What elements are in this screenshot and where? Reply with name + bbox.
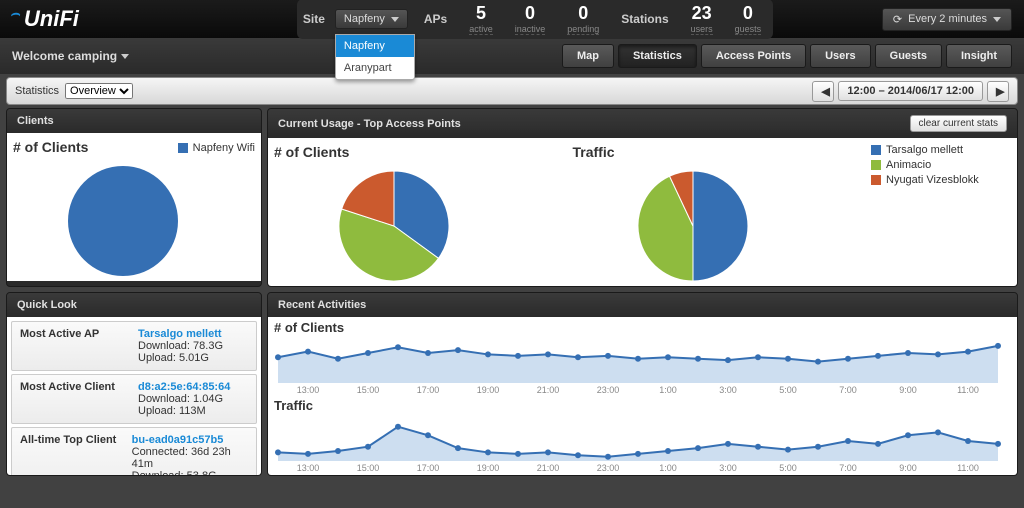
recent-header: Recent Activities xyxy=(268,293,1017,317)
time-prev-button[interactable]: ◀ xyxy=(812,81,834,102)
site-selector[interactable]: Napfeny Napfeny Aranypart xyxy=(335,9,408,29)
legend-swatch-icon xyxy=(871,175,881,185)
wifi-icon: ⌢ xyxy=(10,5,20,22)
recent-clients-chart: 13:00 15:00 17:00 19:00 21:00 23:00 1:00 3:00 5:… xyxy=(268,335,1008,395)
svg-text:5:00: 5:00 xyxy=(779,385,797,395)
filter-label: Statistics xyxy=(15,85,59,97)
ql-client-link[interactable]: d8:a2:5e:64:85:64 xyxy=(138,381,230,393)
recent-traffic-chart: 13:00 15:00 17:00 19:00 21:00 23:00 1:00 3:00 5:… xyxy=(268,413,1008,473)
svg-text:23:00: 23:00 xyxy=(597,463,620,473)
svg-text:7:00: 7:00 xyxy=(839,463,857,473)
svg-text:21:00: 21:00 xyxy=(537,385,560,395)
site-option-napfeny[interactable]: Napfeny xyxy=(336,35,414,57)
recent-panel: Recent Activities # of Clients 13:00 15:0… xyxy=(267,292,1018,476)
recent-traffic-title: Traffic xyxy=(268,395,1017,413)
refresh-interval: Every 2 minutes xyxy=(908,13,987,25)
nav-access-points[interactable]: Access Points xyxy=(701,44,806,68)
nav-insight[interactable]: Insight xyxy=(946,44,1012,68)
svg-text:15:00: 15:00 xyxy=(357,463,380,473)
ql-ap-link[interactable]: Tarsalgo mellett xyxy=(138,328,223,340)
nav-map[interactable]: Map xyxy=(562,44,614,68)
svg-text:13:00: 13:00 xyxy=(297,385,320,395)
svg-text:23:00: 23:00 xyxy=(597,385,620,395)
svg-text:9:00: 9:00 xyxy=(899,463,917,473)
clients-panel: Clients # of Clients Napfeny Wifi xyxy=(6,108,262,287)
quicklook-header: Quick Look xyxy=(7,293,261,317)
topbar: ⌢ UniFi Site Napfeny Napfeny Aranypart A… xyxy=(0,0,1024,38)
nav-statistics[interactable]: Statistics xyxy=(618,44,697,68)
ql-alltime-link[interactable]: bu-ead0a91c57b5 xyxy=(132,434,248,446)
quicklook-row: Most Active Client d8:a2:5e:64:85:64 Dow… xyxy=(11,374,257,424)
aps-label: APs xyxy=(418,12,453,26)
svg-text:3:00: 3:00 xyxy=(719,463,737,473)
secondbar: Welcome camping Map Statistics Access Po… xyxy=(0,38,1024,74)
svg-text:7:00: 7:00 xyxy=(839,385,857,395)
quicklook-row: Most Active AP Tarsalgo mellett Download… xyxy=(11,321,257,371)
welcome-dropdown[interactable]: Welcome camping xyxy=(12,49,129,63)
aps-active: 5 active xyxy=(463,3,499,35)
usage-traffic-title: Traffic xyxy=(573,144,862,160)
clients-pie-chart xyxy=(13,159,253,279)
stations-users: 23 users xyxy=(685,3,719,35)
aps-pending: 0 pending xyxy=(561,3,605,35)
site-selected: Napfeny xyxy=(344,13,385,25)
svg-text:15:00: 15:00 xyxy=(357,385,380,395)
svg-text:17:00: 17:00 xyxy=(417,385,440,395)
chevron-down-icon xyxy=(993,17,1001,22)
refresh-selector[interactable]: ⟳ Every 2 minutes xyxy=(882,8,1012,31)
usage-clients-title: # of Clients xyxy=(274,144,563,160)
svg-text:11:00: 11:00 xyxy=(957,385,979,395)
svg-text:19:00: 19:00 xyxy=(477,385,500,395)
svg-text:11:00: 11:00 xyxy=(957,463,979,473)
time-nav: ◀ 12:00 – 2014/06/17 12:00 ▶ xyxy=(812,81,1009,102)
legend-swatch-icon xyxy=(871,145,881,155)
nav-users[interactable]: Users xyxy=(810,44,871,68)
quicklook-panel: Quick Look Most Active AP Tarsalgo melle… xyxy=(6,292,262,476)
clear-stats-button[interactable]: clear current stats xyxy=(910,115,1007,132)
logo-text: UniFi xyxy=(24,6,79,32)
legend-swatch-icon xyxy=(871,160,881,170)
nav-guests[interactable]: Guests xyxy=(875,44,942,68)
view-select[interactable]: Overview xyxy=(65,83,133,99)
stations-label: Stations xyxy=(615,12,674,26)
time-range[interactable]: 12:00 – 2014/06/17 12:00 xyxy=(838,81,983,101)
usage-traffic-pie xyxy=(573,164,813,284)
clients-header: Clients xyxy=(7,109,261,133)
chevron-down-icon xyxy=(121,54,129,59)
svg-text:17:00: 17:00 xyxy=(417,463,440,473)
clients-legend: Napfeny Wifi xyxy=(178,139,255,156)
legend-swatch-icon xyxy=(178,143,188,153)
main-grid: Clients # of Clients Napfeny Wifi Curren… xyxy=(0,108,1024,476)
svg-text:5:00: 5:00 xyxy=(779,463,797,473)
stations-guests: 0 guests xyxy=(729,3,768,35)
recent-clients-title: # of Clients xyxy=(268,317,1017,335)
svg-text:9:00: 9:00 xyxy=(899,385,917,395)
site-option-aranypart[interactable]: Aranypart xyxy=(336,57,414,79)
logo: ⌢ UniFi xyxy=(12,6,79,32)
usage-panel: Current Usage - Top Access Points clear … xyxy=(267,108,1018,287)
clients-chart-title: # of Clients xyxy=(13,139,88,155)
time-next-button[interactable]: ▶ xyxy=(987,81,1009,102)
header-stats: Site Napfeny Napfeny Aranypart APs 5 act… xyxy=(297,0,773,39)
chevron-down-icon xyxy=(391,17,399,22)
aps-inactive: 0 inactive xyxy=(509,3,552,35)
svg-text:21:00: 21:00 xyxy=(537,463,560,473)
svg-text:3:00: 3:00 xyxy=(719,385,737,395)
site-dropdown: Napfeny Aranypart xyxy=(335,34,415,80)
svg-text:1:00: 1:00 xyxy=(659,385,677,395)
usage-legend: Tarsalgo mellett Animacio Nyugati Vizesb… xyxy=(871,144,1011,284)
svg-text:19:00: 19:00 xyxy=(477,463,500,473)
svg-text:1:00: 1:00 xyxy=(659,463,677,473)
usage-header: Current Usage - Top Access Points clear … xyxy=(268,109,1017,138)
quicklook-row: All-time Top Client bu-ead0a91c57b5 Conn… xyxy=(11,427,257,476)
svg-text:13:00: 13:00 xyxy=(297,463,320,473)
site-label: Site xyxy=(303,12,325,26)
filterbar: Statistics Overview ◀ 12:00 – 2014/06/17… xyxy=(6,77,1018,105)
usage-clients-pie xyxy=(274,164,514,284)
refresh-icon: ⟳ xyxy=(893,13,902,26)
